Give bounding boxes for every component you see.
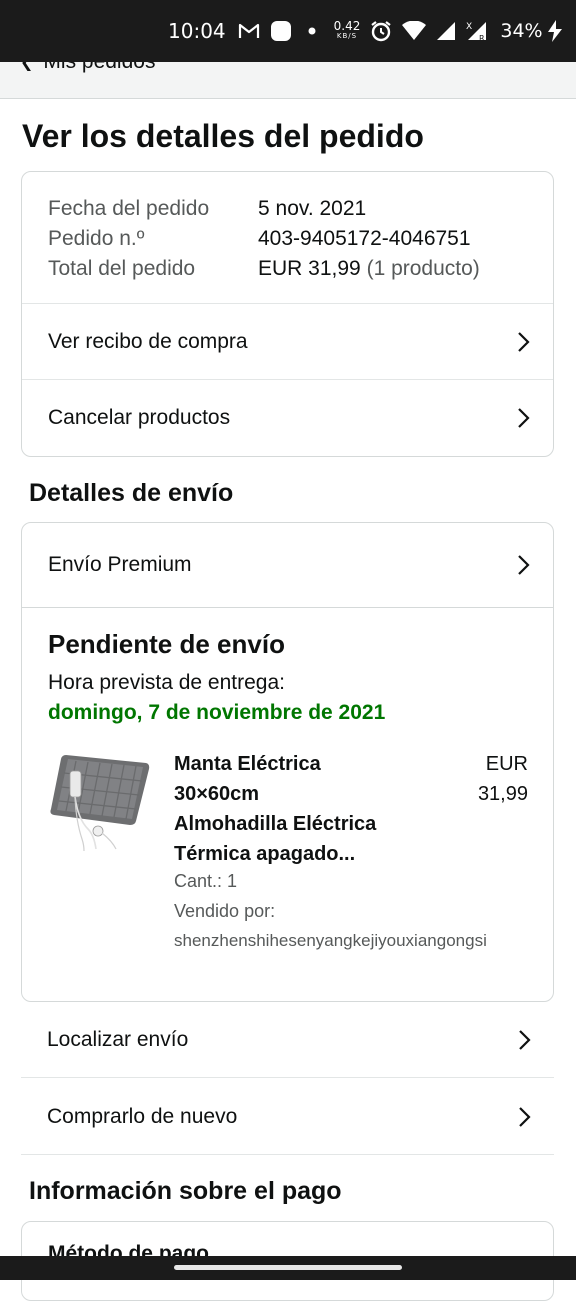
product-quantity: Cant.: 1 [174,871,238,891]
order-date-label: Fecha del pedido [48,197,210,220]
eta-label: Hora prevista de entrega: [48,671,285,694]
buy-again-link[interactable]: Comprarlo de nuevo [21,1079,554,1155]
order-total-value: EUR 31,99 (1 producto) [258,254,480,284]
order-number-label: Pedido n.º [48,227,145,250]
net-speed: 0.42 KB/S [333,19,361,40]
battery-percent: 34% [500,20,543,42]
chevron-right-icon [519,1106,531,1127]
shipping-method-label: Envío Premium [48,553,192,576]
page-title: Ver los detalles del pedido [22,118,424,154]
order-total-count: (1 producto) [366,257,480,280]
order-number-value: 403-9405172-4046751 [258,227,471,250]
seller-label: Vendido por: [174,901,276,921]
shipping-section-title: Detalles de envío [29,479,234,507]
product-title-line: Manta Eléctrica [174,753,321,775]
chevron-right-icon [518,407,530,428]
order-total-label: Total del pedido [48,257,196,280]
back-link[interactable]: ❮ Mis pedidos [20,62,155,74]
status-time: 10:04 [168,19,226,43]
eta-date: domingo, 7 de noviembre de 2021 [48,701,386,724]
divider [22,607,553,608]
subheader: ❮ Mis pedidos [0,62,576,99]
svg-text:X: X [466,22,472,32]
chevron-left-icon: ❮ [20,62,34,71]
cancel-products-link[interactable]: Cancelar productos [22,379,553,455]
svg-text:R: R [479,34,485,42]
heating-pad-image [50,755,150,852]
gmail-icon [238,22,260,40]
shipping-method-link[interactable]: Envío Premium [22,523,553,607]
signal-x-icon: XR [466,20,488,42]
shipping-card: Envío Premium Pendiente de envío Hora pr… [21,522,554,1002]
dot-icon [308,27,316,35]
track-package-link[interactable]: Localizar envío [21,1002,554,1078]
chevron-right-icon [518,331,530,352]
order-date-row: Fecha del pedido 5 nov. 2021 [48,194,480,224]
chevron-right-icon [518,555,530,575]
order-total-row: Total del pedido EUR 31,99 (1 producto) [48,254,480,284]
battery-charging-icon [547,20,563,42]
order-total-amount: EUR 31,99 [258,257,361,280]
price-currency: EUR [485,753,528,775]
wifi-icon [402,21,427,41]
system-nav-bar [0,1256,576,1280]
notification-icon [270,20,292,42]
signal-icon [436,21,456,41]
order-date-value: 5 nov. 2021 [258,197,367,220]
price-amount: 31,99 [477,783,528,805]
track-package-label: Localizar envío [47,1027,189,1051]
product-title-link[interactable]: Manta Eléctrica 30×60cm Almohadilla Eléc… [174,749,414,869]
home-gesture-handle[interactable] [174,1265,402,1270]
product-title-line: Térmica apagado... [174,843,356,865]
cancel-products-label: Cancelar productos [48,405,231,429]
payment-section-title: Información sobre el pago [29,1177,342,1205]
buy-again-label: Comprarlo de nuevo [47,1104,238,1128]
alarm-icon [370,20,392,42]
shipment-status: Pendiente de envío [48,629,285,659]
back-label: Mis pedidos [43,62,155,74]
order-info: Fecha del pedido 5 nov. 2021 Pedido n.º … [48,194,480,284]
order-number-row: Pedido n.º 403-9405172-4046751 [48,224,480,254]
status-bar: 10:04 0.42 KB/S XR 34% [0,0,576,62]
view-receipt-link[interactable]: Ver recibo de compra [22,303,553,379]
seller-name: shenzhenshihesenyangkejiyouxiangongsi [174,931,487,950]
chevron-right-icon [519,1029,531,1050]
product-price: EUR 31,99 [438,749,528,809]
product-title-line: 30×60cm [174,783,260,805]
order-summary-card: Fecha del pedido 5 nov. 2021 Pedido n.º … [21,171,554,457]
product-image[interactable] [48,749,152,853]
product-title-line: Almohadilla Eléctrica [174,813,377,835]
view-receipt-label: Ver recibo de compra [48,329,248,353]
